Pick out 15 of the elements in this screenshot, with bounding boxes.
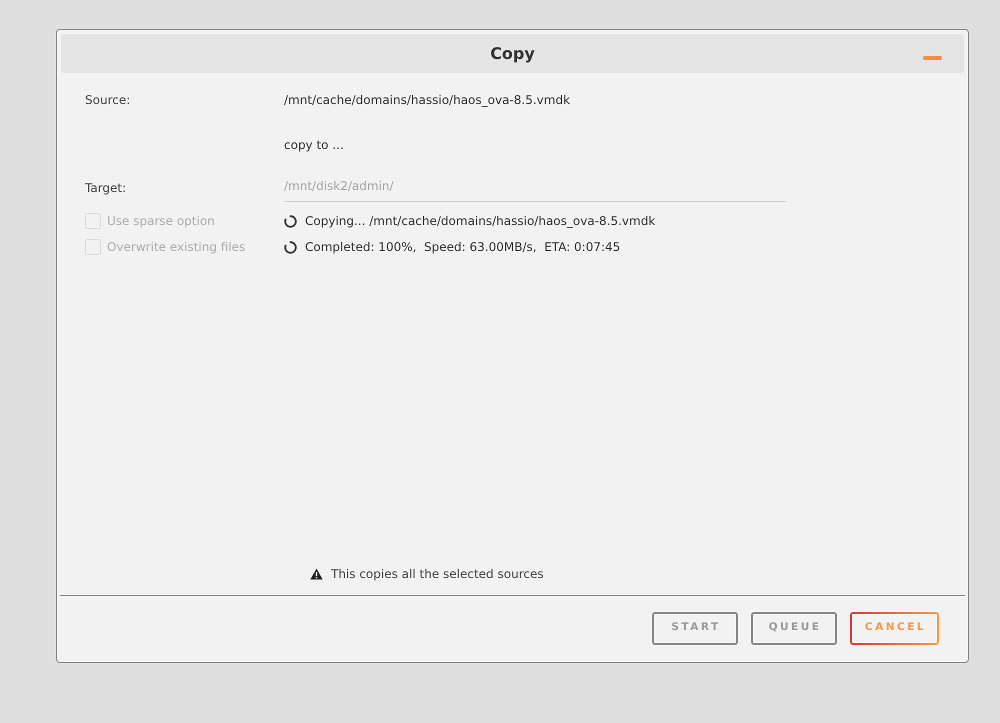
notice-text: This copies all the selected sources (331, 566, 544, 583)
spinner-icon (284, 214, 297, 228)
target-label: Target: (85, 180, 126, 194)
dialog-title: Copy (490, 42, 535, 64)
queue-button[interactable]: QUEUE (751, 612, 837, 644)
spinner-icon (284, 240, 297, 254)
source-path: /mnt/cache/domains/hassio/haos_ova-8.5.vmdk (284, 92, 570, 109)
start-button[interactable]: START (652, 612, 738, 644)
copy-to-text: copy to ... (284, 137, 344, 154)
cancel-button[interactable]: CANCEL (850, 612, 939, 644)
progress-text: Copying... /mnt/cache/domains/hassio/haos_ova-8.5.vmdk (305, 213, 656, 230)
progress-text: Completed: 100%, Speed: 63.00MB/s, ETA: 0:07:45 (305, 239, 620, 256)
minimize-icon[interactable] (923, 56, 942, 60)
source-label: Source: (85, 93, 130, 107)
warning-icon (310, 568, 323, 580)
